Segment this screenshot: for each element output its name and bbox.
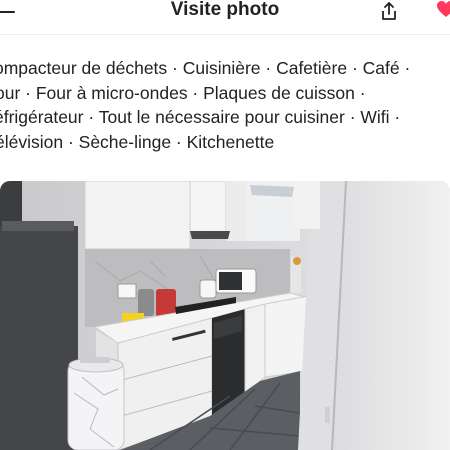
amenities-line: éfrigérateur · Tout le nécessaire pour c… <box>0 107 401 127</box>
heart-icon[interactable] <box>436 0 450 18</box>
amenities-line: our · Four à micro-ondes · Plaques de cu… <box>0 82 366 103</box>
amenities-list: ompacteur de déchets · Cuisinière · Cafe… <box>0 56 450 154</box>
top-bar: Visite photo <box>0 0 450 35</box>
amenities-line: élévision · Sèche-linge · Kitchenette <box>0 131 275 152</box>
share-icon[interactable] <box>379 1 399 21</box>
amenities-line: ompacteur de déchets · Cuisinière · Cafe… <box>0 58 411 78</box>
kitchenette-photo[interactable] <box>0 181 450 450</box>
